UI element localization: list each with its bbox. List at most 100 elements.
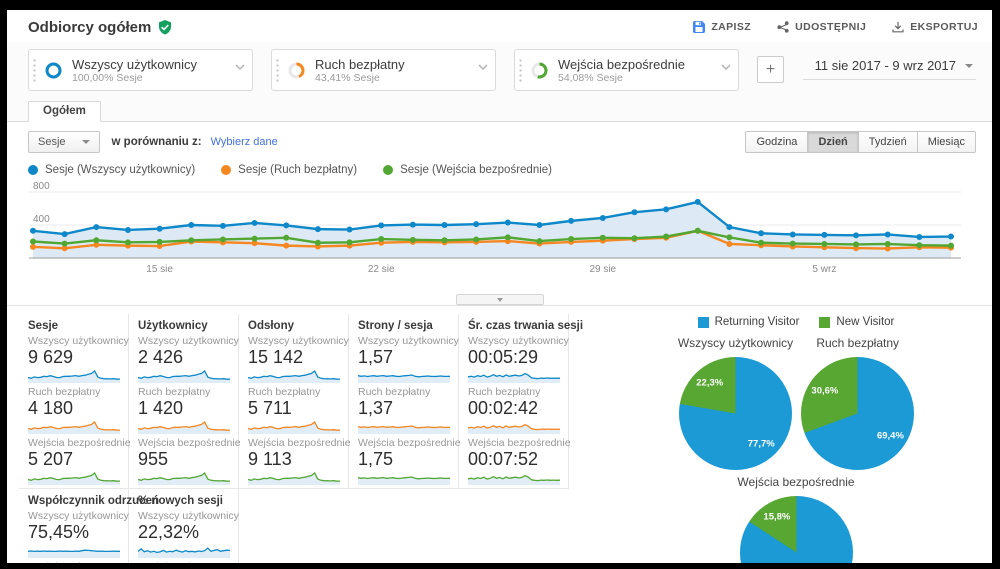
metric-segment-label: Wszyscy użytkownicy: [28, 510, 124, 522]
segment-card-all-users[interactable]: Wszyscy użytkownicy 100,00% Sesje: [28, 49, 253, 91]
metric-title[interactable]: Współczynnik odrzuceń: [28, 495, 124, 507]
sparkline: [138, 471, 234, 485]
metric-value: 75,45%: [28, 522, 124, 543]
legend-dot-icon: [383, 165, 393, 175]
drag-handle-icon[interactable]: [275, 58, 280, 84]
sessions-timeseries-chart[interactable]: 40080015 sie22 sie29 sie5 wrz: [7, 177, 992, 294]
metric-segment-label: Wszyscy użytkownicy: [138, 335, 234, 347]
add-segment-button[interactable]: +: [757, 56, 784, 83]
share-button[interactable]: UDOSTĘPNIJ: [777, 21, 866, 33]
metric-title[interactable]: % nowych sesji: [138, 495, 234, 507]
verified-shield-icon: [158, 20, 172, 35]
metric-value: 1,75: [358, 449, 454, 470]
header-actions: ZAPISZ UDOSTĘPNIJ EKSPORTUJ: [693, 21, 978, 33]
segment-subtitle: 100,00% Sesje: [72, 72, 197, 84]
export-button[interactable]: EKSPORTUJ: [892, 21, 978, 33]
metric-segment-label: Ruch bezpłatny: [358, 386, 454, 398]
pie-chart[interactable]: 84,2%15,8%: [740, 496, 853, 563]
metric-title[interactable]: Strony / sesja: [358, 320, 454, 332]
metric-value: 00:05:29: [468, 347, 564, 368]
metric-segment-label: Wszyscy użytkownicy: [358, 335, 454, 347]
metric-segment-label: Ruch bezpłatny: [28, 386, 124, 398]
metric-title[interactable]: Śr. czas trwania sesji: [468, 320, 564, 332]
metric-segment-label: Wszyscy użytkownicy: [248, 335, 344, 347]
chart-divider: [7, 294, 992, 306]
metric-card: Śr. czas trwania sesjiWszyscy użytkownic…: [459, 314, 569, 489]
metric-title[interactable]: Użytkownicy: [138, 320, 234, 332]
svg-text:22 sie: 22 sie: [368, 264, 395, 275]
metric-value: 00:07:52: [468, 449, 564, 470]
chevron-down-icon[interactable]: [721, 57, 731, 75]
pie-title: Ruch bezpłatny: [801, 336, 914, 350]
metric-select-dropdown[interactable]: Sesje: [28, 131, 100, 153]
metric-card: UżytkownicyWszyscy użytkownicy2 426Ruch …: [129, 314, 239, 489]
metric-segment-label: Wejścia bezpośrednie: [138, 437, 234, 449]
legend-label: Sesje (Wejścia bezpośrednie): [400, 164, 552, 176]
legend-swatch-icon: [698, 317, 709, 328]
metric-segment-label: Wejścia bezpośrednie: [468, 437, 564, 449]
chart-controls: Sesje w porównaniu z: Wybierz dane Godzi…: [7, 122, 992, 157]
pie-legend-returning[interactable]: Returning Visitor: [698, 316, 800, 328]
sparkline: [358, 420, 454, 434]
metric-value: 5 711: [248, 398, 344, 419]
save-button[interactable]: ZAPISZ: [693, 21, 751, 33]
metric-value: 2 426: [138, 347, 234, 368]
date-range-selector[interactable]: 11 sie 2017 - 9 wrz 2017: [803, 58, 976, 80]
metric-value: 4 180: [28, 398, 124, 419]
chevron-down-icon[interactable]: [235, 57, 245, 75]
segment-card-organic-traffic[interactable]: Ruch bezpłatny 43,41% Sesje: [271, 49, 496, 91]
legend-item-direct[interactable]: Sesje (Wejścia bezpośrednie): [383, 164, 552, 176]
metric-title[interactable]: Odsłony: [248, 320, 344, 332]
sparkline: [248, 369, 344, 383]
metric-value: 22,32%: [138, 522, 234, 543]
metric-segment-label: Ruch bezpłatny: [28, 561, 124, 563]
pie-slice-label: 15,8%: [763, 512, 790, 523]
granularity-month-button[interactable]: Miesiąc: [918, 131, 976, 153]
page-title: Odbiorcy ogółem: [28, 19, 151, 36]
segment-title: Wszyscy użytkownicy: [72, 57, 197, 72]
metric-card: Strony / sesja Wszyscy użytkownicy1,57 Ruc…: [349, 314, 459, 489]
pie-figure: Ruch bezpłatny 69,4%30,6%: [801, 331, 914, 470]
chevron-down-icon[interactable]: [478, 57, 488, 75]
drag-handle-icon[interactable]: [32, 58, 37, 84]
legend-item-all-users[interactable]: Sesje (Wszyscy użytkownicy): [28, 164, 195, 176]
pie-slice-label: 22,3%: [696, 377, 723, 388]
sparkline: [358, 369, 454, 383]
compare-data-link[interactable]: Wybierz dane: [211, 136, 278, 148]
pie-figure: Wejścia bezpośrednie84,2%15,8%: [608, 475, 984, 563]
export-label: EKSPORTUJ: [910, 21, 978, 33]
metric-value: 1 420: [138, 398, 234, 419]
pie-chart[interactable]: 77,7% 22,3%: [679, 357, 792, 470]
metric-value: 1,57: [358, 347, 454, 368]
segments-bar: Wszyscy użytkownicy 100,00% Sesje Ruch b…: [7, 42, 992, 100]
granularity-day-button[interactable]: Dzień: [808, 131, 858, 153]
metric-value: 1,37: [358, 398, 454, 419]
tab-overview[interactable]: Ogółem: [28, 101, 101, 122]
drag-handle-icon[interactable]: [518, 58, 523, 84]
metric-value: 15 142: [248, 347, 344, 368]
sparkline: [468, 471, 564, 485]
metric-select-value: Sesje: [38, 136, 66, 148]
granularity-hour-button[interactable]: Godzina: [745, 131, 808, 153]
segment-subtitle: 54,08% Sesje: [558, 72, 685, 84]
svg-text:15 sie: 15 sie: [146, 264, 173, 275]
app-window: Odbiorcy ogółem ZAPISZ UDOSTĘPNIJ: [7, 10, 992, 563]
segment-title: Wejścia bezpośrednie: [558, 57, 685, 72]
legend-item-organic[interactable]: Sesje (Ruch bezpłatny): [221, 164, 357, 176]
caret-down-icon: [82, 140, 90, 144]
share-label: UDOSTĘPNIJ: [795, 21, 866, 33]
metric-title[interactable]: Sesje: [28, 320, 124, 332]
segment-card-direct-traffic[interactable]: Wejścia bezpośrednie 54,08% Sesje: [514, 49, 739, 91]
metric-value: 00:02:42: [468, 398, 564, 419]
chart-collapse-handle[interactable]: [456, 294, 544, 305]
metric-value: 9 629: [28, 347, 124, 368]
pie-chart[interactable]: 69,4%30,6%: [801, 357, 914, 470]
pie-legend-new[interactable]: New Visitor: [819, 316, 894, 328]
pie-slice-label: 77,7%: [748, 439, 775, 450]
export-icon: [892, 21, 904, 33]
granularity-week-button[interactable]: Tydzień: [859, 131, 918, 153]
caret-down-icon: [965, 64, 973, 68]
metric-cards: Sesje Wszyscy użytkownicy 9 629 Ruch bezpła…: [19, 314, 569, 563]
visitor-pie-charts: Returning Visitor New Visitor Wszyscy uż…: [608, 314, 984, 563]
metric-segment-label: Ruch bezpłatny: [248, 386, 344, 398]
